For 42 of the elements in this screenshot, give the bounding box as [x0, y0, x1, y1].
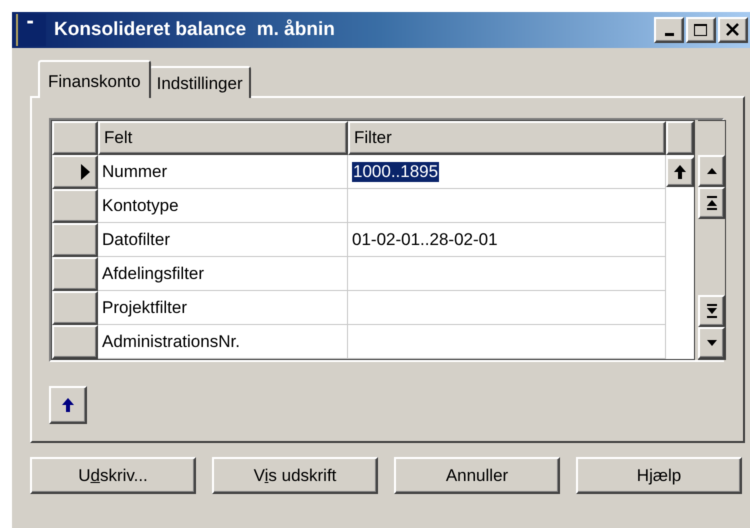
table-cell: Datofilter: [98, 223, 348, 257]
table-cell: Projektfilter: [98, 291, 348, 325]
table-cell: Afdelingsfilter: [98, 257, 348, 291]
table-cell: 1000..1895: [348, 155, 666, 189]
minimize-button[interactable]: [654, 17, 684, 43]
app-icon: [16, 14, 46, 46]
up-triangle-icon: [706, 168, 716, 174]
table-cell: 01-02-01..28-02-01: [348, 223, 666, 257]
close-icon: [725, 22, 741, 38]
scroll-up-button[interactable]: [698, 155, 725, 187]
row-selector[interactable]: [52, 257, 98, 291]
dialog-button[interactable]: Udskriv...: [30, 457, 196, 494]
row-selector[interactable]: [52, 189, 98, 223]
row-selector[interactable]: [52, 155, 98, 189]
table-cell: Kontotype: [98, 189, 348, 223]
double-up-icon: [706, 196, 716, 210]
tab[interactable]: Finanskonto: [38, 60, 151, 98]
window-title: Konsolideret balance m. åbnin: [54, 19, 336, 41]
row-selector[interactable]: [52, 223, 98, 257]
table-cell: AdministrationsNr.: [98, 325, 348, 359]
move-up-button[interactable]: [49, 386, 87, 424]
minimize-icon: [664, 33, 674, 36]
close-button[interactable]: [718, 17, 748, 43]
up-arrow-icon: [62, 398, 74, 412]
up-arrow-icon: [674, 165, 686, 179]
maximize-button[interactable]: [686, 17, 716, 43]
dialog-button[interactable]: Hjælp: [576, 457, 742, 494]
scroll-down-button[interactable]: [698, 327, 725, 359]
double-down-icon: [706, 304, 716, 318]
row-selector[interactable]: [52, 325, 98, 359]
down-triangle-icon: [706, 340, 716, 346]
table-cell: Nummer: [98, 155, 348, 189]
column-header[interactable]: Felt: [98, 121, 348, 155]
lookup-button[interactable]: [666, 157, 694, 187]
dialog-button[interactable]: Vis udskrift: [212, 457, 378, 494]
row-selector[interactable]: [52, 291, 98, 325]
column-header[interactable]: Filter: [348, 121, 666, 155]
maximize-icon: [693, 22, 709, 38]
page-up-button[interactable]: [698, 187, 725, 219]
dialog-button[interactable]: Annuller: [394, 457, 560, 494]
tab[interactable]: Indstillinger: [148, 66, 251, 98]
page-down-button[interactable]: [698, 295, 725, 327]
